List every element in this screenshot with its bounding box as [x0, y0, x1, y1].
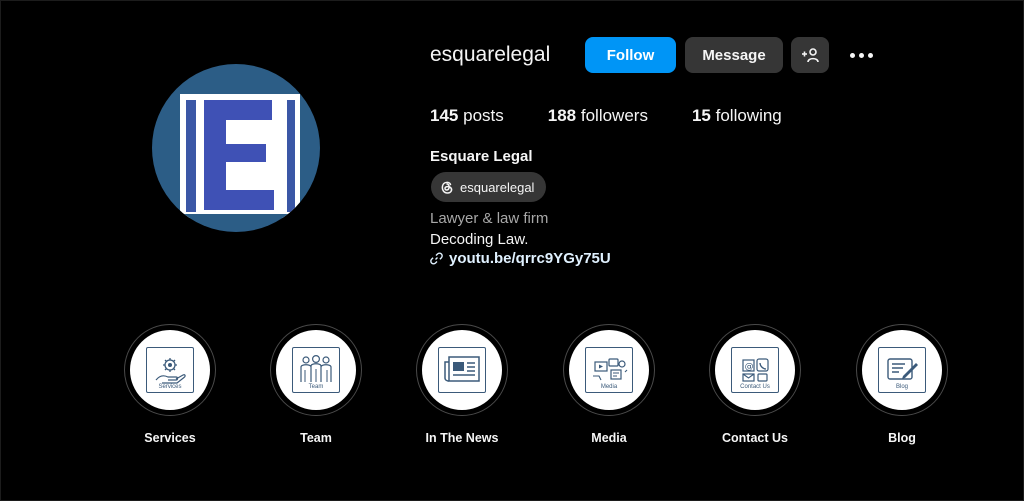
highlight-label: Contact Us — [722, 431, 788, 445]
team-icon — [300, 354, 332, 382]
suggest-user-button[interactable] — [791, 37, 829, 73]
more-horizontal-icon — [849, 52, 855, 58]
highlight-label: Services — [144, 431, 196, 445]
contact-icon: @ — [742, 358, 769, 382]
highlight-services-caption: Services — [158, 384, 182, 390]
threads-badge[interactable]: esquarelegal — [431, 172, 547, 202]
newspaper-icon — [444, 356, 480, 382]
profile-stats: 145 posts 188 followers 15 following — [430, 106, 826, 126]
highlight-blog-caption: Blog — [895, 384, 908, 390]
profile-category: Lawyer & law firm — [430, 210, 549, 227]
highlight-label: Team — [300, 431, 332, 445]
blog-icon — [887, 358, 918, 380]
profile-full-name: Esquare Legal — [430, 148, 533, 165]
profile-bio: Decoding Law. — [430, 231, 529, 248]
highlight-label: Blog — [888, 431, 916, 445]
followers-count[interactable]: 188 followers — [548, 106, 648, 126]
highlight-services[interactable]: Services Services — [123, 324, 217, 445]
hand-gear-icon — [155, 358, 186, 384]
highlight-contact-us[interactable]: @ Contact Us Contact Us — [708, 324, 802, 445]
link-icon — [430, 252, 443, 265]
message-button[interactable]: Message — [685, 37, 783, 73]
highlight-label: In The News — [425, 431, 499, 445]
posts-count[interactable]: 145 posts — [430, 106, 504, 126]
more-options-button[interactable] — [846, 44, 876, 66]
profile-link[interactable]: youtu.be/qrrc9YGy75U — [430, 250, 611, 267]
following-count[interactable]: 15 following — [692, 106, 782, 126]
esquare-logo-icon — [180, 94, 300, 218]
threads-handle: esquarelegal — [460, 179, 535, 195]
profile-avatar[interactable] — [152, 64, 320, 232]
highlight-media-caption: Media — [600, 384, 618, 390]
threads-icon — [441, 181, 453, 194]
highlight-team-caption: Team — [308, 384, 324, 390]
highlight-label: Media — [591, 431, 627, 445]
profile-username: esquarelegal — [430, 43, 551, 66]
highlight-blog[interactable]: Blog Blog — [855, 324, 949, 445]
profile-link-text: youtu.be/qrrc9YGy75U — [449, 250, 611, 267]
highlight-in-the-news[interactable]: In The News — [415, 324, 509, 445]
highlight-contact-caption: Contact Us — [740, 384, 770, 390]
follow-button[interactable]: Follow — [585, 37, 676, 73]
highlight-media[interactable]: Media Media — [562, 324, 656, 445]
media-icon — [593, 358, 628, 381]
person-plus-icon — [802, 48, 819, 63]
svg-text:@: @ — [745, 362, 754, 372]
highlight-team[interactable]: Team Team — [269, 324, 363, 445]
